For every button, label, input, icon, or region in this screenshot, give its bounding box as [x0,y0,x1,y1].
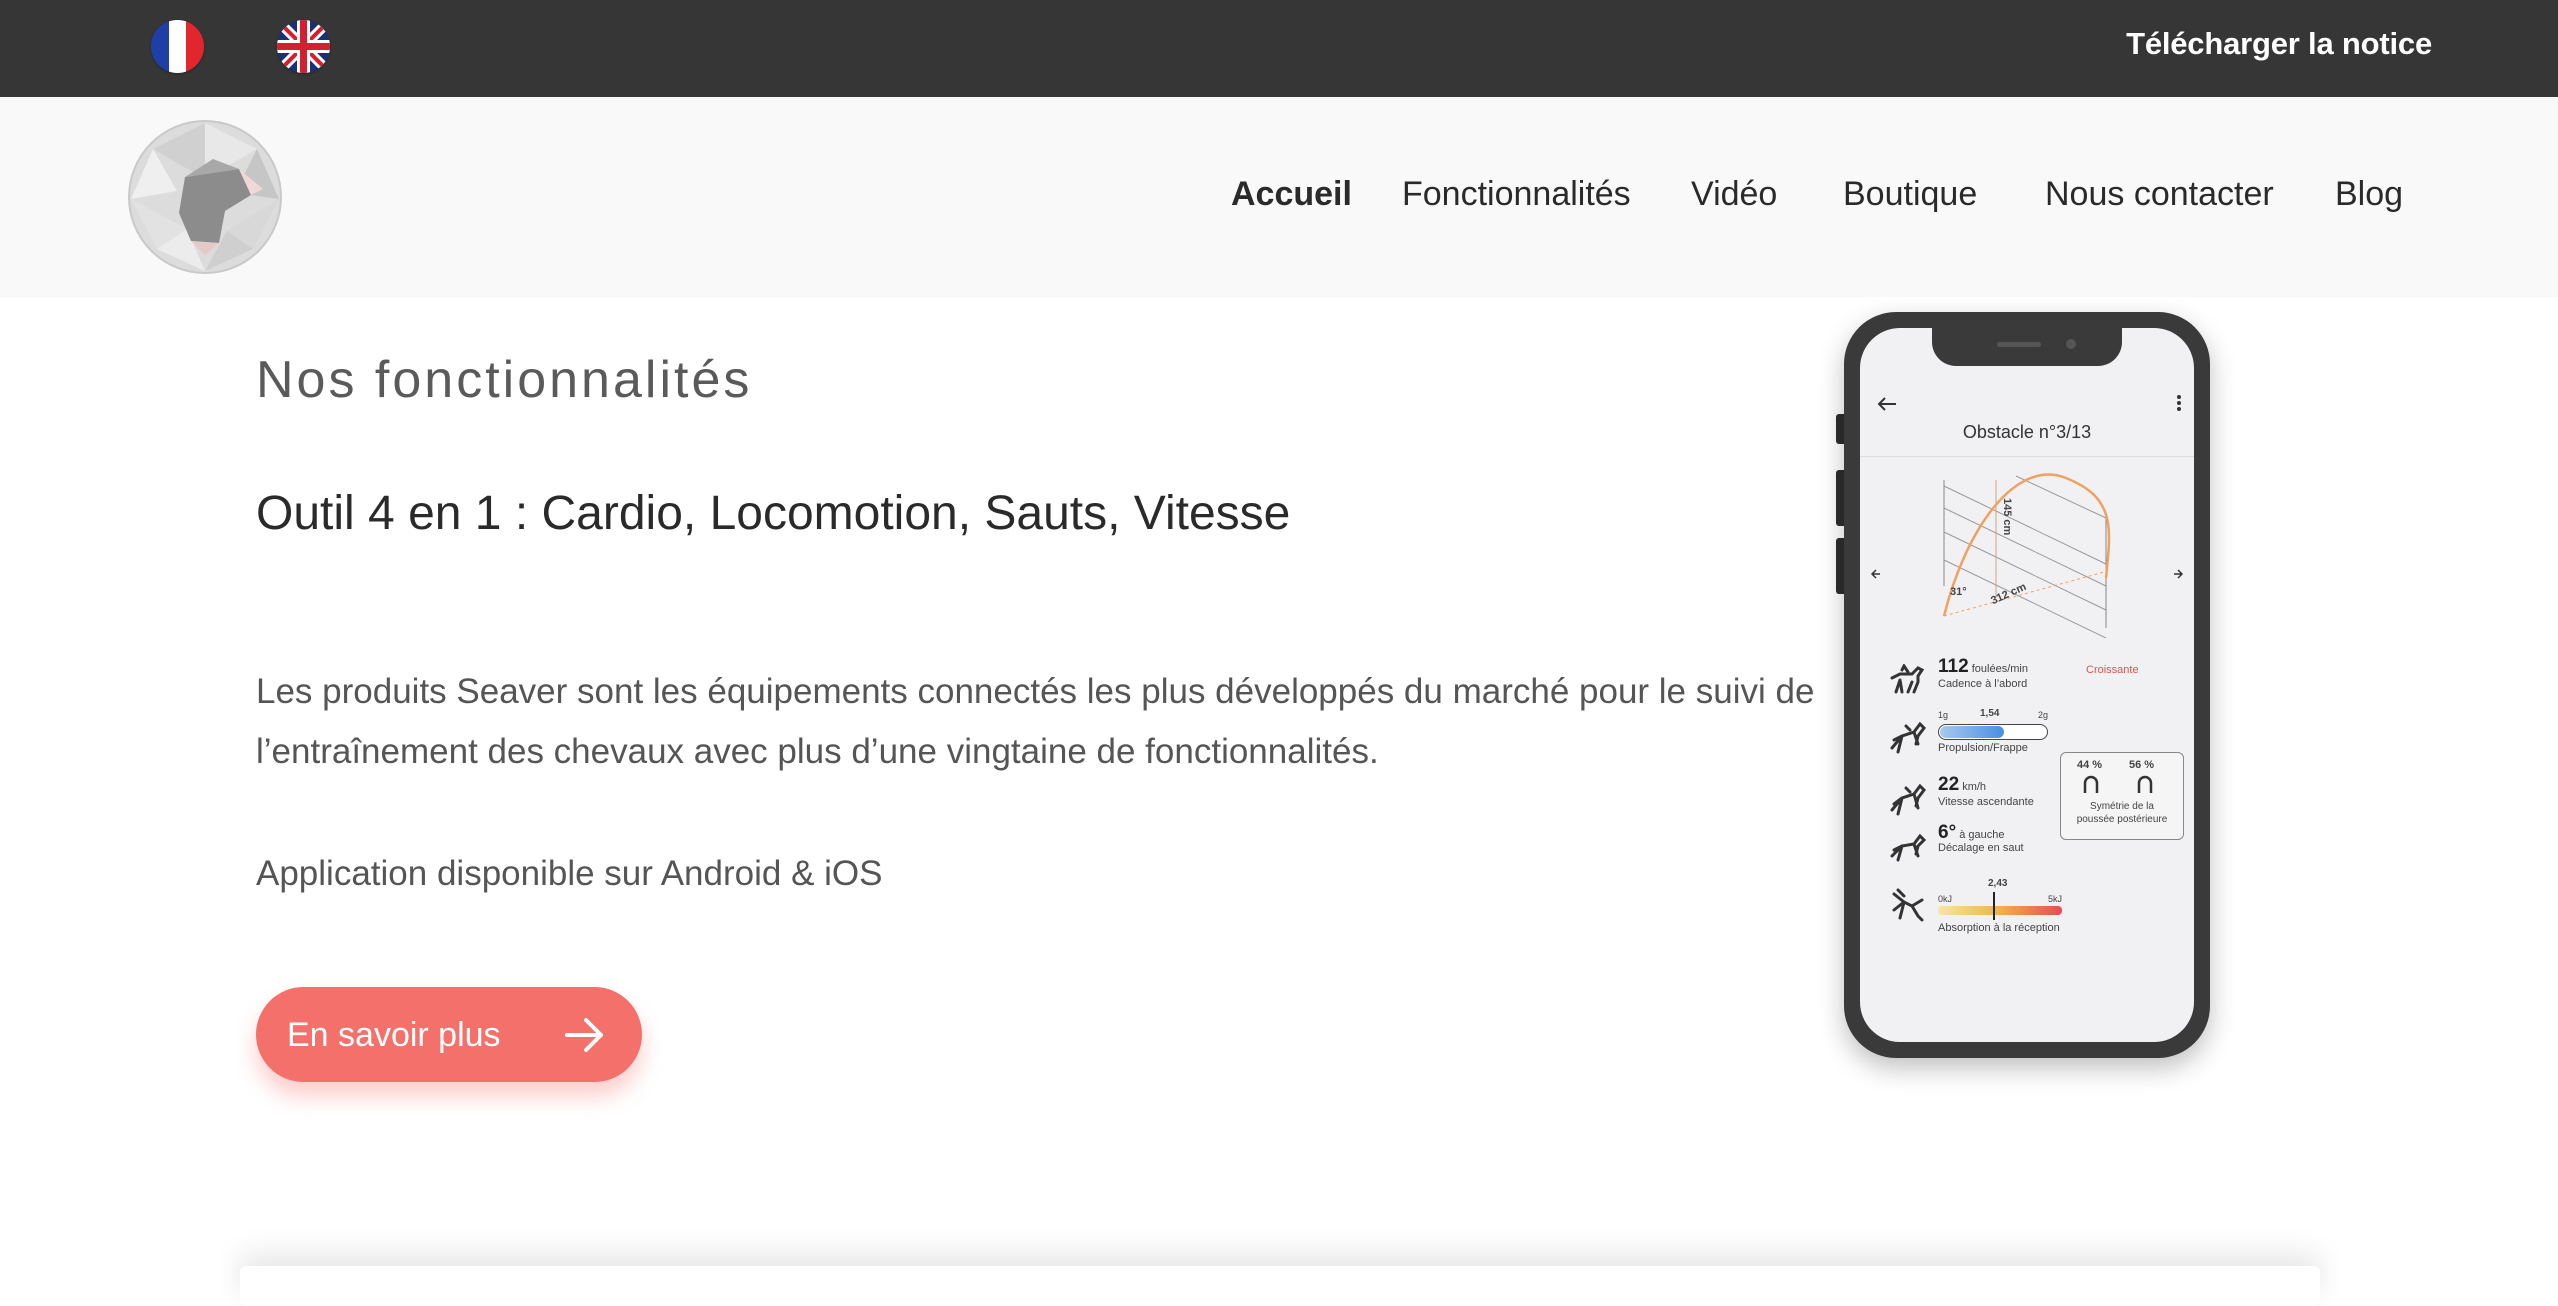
horseshoe-icon [2083,775,2099,793]
nav-item-blog[interactable]: Blog [2335,175,2403,214]
symmetry-left-value: 44 % [2077,759,2103,771]
propulsion-min: 1g [1938,710,1949,720]
phone-body: Obstacle n°3/13 145 cm 312 cm 31° 112 fo… [1844,312,2210,1058]
previous-icon[interactable] [1870,568,1882,580]
phone-mockup: Obstacle n°3/13 145 cm 312 cm 31° 112 fo… [1830,312,2214,1062]
horse-landing-icon [1892,888,1924,922]
horse-jump-icon [1890,834,1926,862]
jump-angle-label: 31° [1950,586,1967,598]
offset-value: 6° [1938,822,1957,843]
absorption-min: 0kJ [1938,894,1953,904]
propulsion-value: 1,54 [1980,708,2000,719]
phone-notch [1932,328,2122,366]
absorption-max: 5kJ [2048,894,2063,904]
propulsion-label: Propulsion/Frappe [1938,742,2028,754]
propulsion-max: 2g [2038,710,2049,720]
nav-item-boutique[interactable]: Boutique [1843,175,1977,214]
header-divider [1860,456,2194,457]
section-title: Nos fonctionnalités [256,351,753,409]
next-section-card [240,1266,2320,1306]
propulsion-bar [1938,724,2048,740]
top-bar: Télécharger la notice [0,0,2558,97]
symmetry-label-2: poussée postérieure [2076,814,2168,825]
horse-jump-icon [1890,722,1926,754]
speed-value: 22 [1938,774,1960,795]
offset-unit: à gauche [1959,829,2005,841]
absorption-label: Absorption à la réception [1938,922,2060,934]
download-manual-link[interactable]: Télécharger la notice [2126,26,2432,62]
next-icon[interactable] [2172,568,2184,580]
features-subtitle: Outil 4 en 1 : Cardio, Locomotion, Sauts… [256,487,1291,540]
availability-text: Application disponible sur Android & iOS [256,854,883,893]
obstacle-title: Obstacle n°3/13 [1962,422,2092,442]
symmetry-card: 44 % 56 % Symétrie de la poussée postéri… [2060,752,2184,840]
horse-jump-icon [1890,784,1926,816]
site-header: Accueil Fonctionnalités Vidéo Boutique N… [0,97,2558,297]
jump-height-label: 145 cm [2001,498,2013,536]
nav-item-video[interactable]: Vidéo [1691,175,1777,214]
france-flag-icon[interactable] [151,20,204,73]
cadence-label: Cadence à l’abord [1938,678,2028,690]
horse-trot-icon [1890,664,1925,694]
learn-more-label: En savoir plus [287,1016,501,1054]
cadence-trend: Croissante [2086,664,2139,676]
absorption-bar [1938,906,2062,915]
more-menu-icon[interactable] [2176,394,2182,412]
arrow-right-icon [565,1018,603,1052]
back-arrow-icon[interactable] [1876,396,1898,412]
symmetry-right-value: 56 % [2129,759,2155,771]
jump-trajectory-diagram [1942,473,2111,638]
horseshoe-icon [2137,775,2153,793]
absorption-marker [1993,892,1995,920]
speed-unit: km/h [1962,781,1987,793]
offset-label: Décalage en saut [1938,842,2024,854]
cadence-value: 112 [1938,656,1969,677]
nav-item-nous-contacter[interactable]: Nous contacter [2045,175,2274,214]
symmetry-label-1: Symétrie de la [2090,801,2154,812]
main-nav: Accueil Fonctionnalités Vidéo Boutique N… [0,175,2558,225]
learn-more-button[interactable]: En savoir plus [256,987,642,1082]
absorption-value: 2,43 [1988,878,2008,889]
cadence-unit: foulées/min [1971,663,2028,675]
uk-flag-icon[interactable] [277,20,330,73]
nav-item-accueil[interactable]: Accueil [1231,175,1352,214]
intro-paragraph: Les produits Seaver sont les équipements… [256,672,1815,771]
speed-label: Vitesse ascendante [1938,796,2034,808]
phone-screen: Obstacle n°3/13 145 cm 312 cm 31° 112 fo… [1860,328,2194,1042]
nav-item-fonctionnalites[interactable]: Fonctionnalités [1402,175,1631,214]
